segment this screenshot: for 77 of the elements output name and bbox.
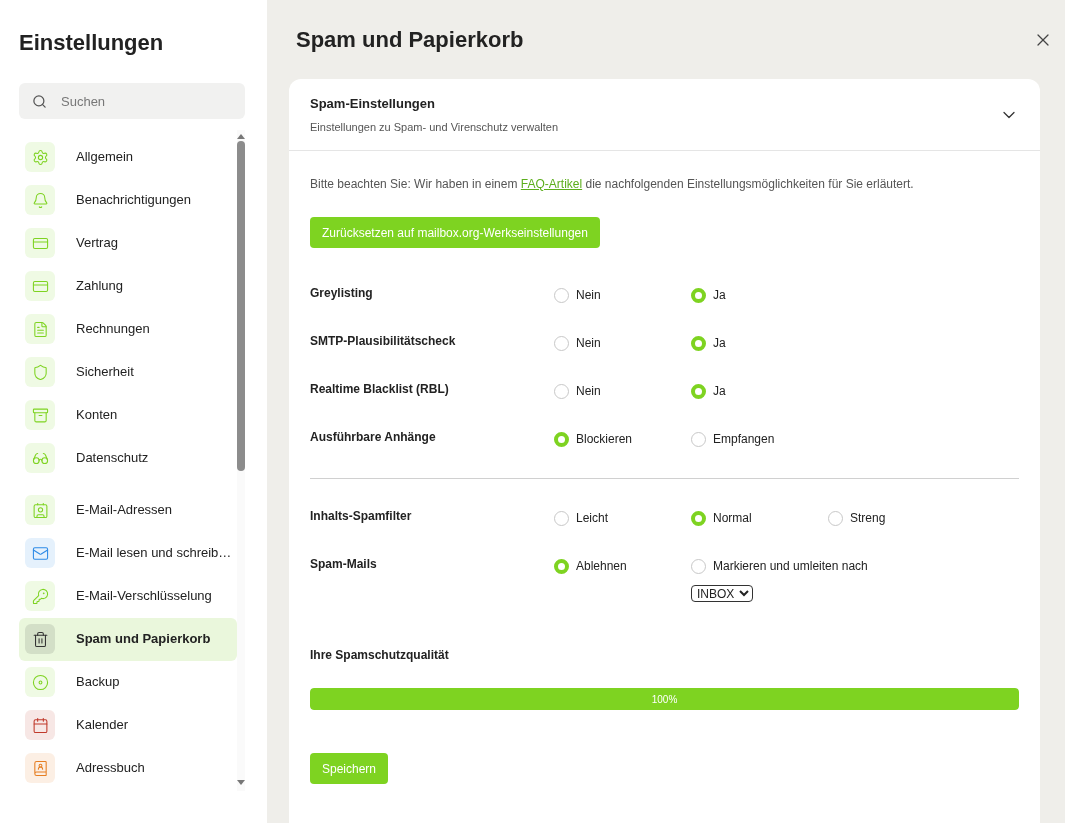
section-subtitle: Einstellungen zu Spam- und Virenschutz verwalten: [310, 120, 559, 135]
option-label: Normal: [713, 510, 752, 527]
sidebar-item-label: Datenschutz: [76, 449, 149, 468]
scroll-down-icon[interactable]: [237, 780, 246, 785]
sidebar-item[interactable]: Kalender: [19, 703, 238, 747]
radio-button[interactable]: [691, 510, 706, 526]
radio-button[interactable]: [554, 287, 569, 303]
sidebar-item-label: Spam und Papierkorb: [76, 630, 211, 649]
sidebar-item[interactable]: Allgemein: [19, 135, 238, 179]
sidebar-item-label: Sicherheit: [76, 363, 134, 382]
search-box[interactable]: Suchen: [19, 83, 245, 119]
sidebar-item[interactable]: Konten: [19, 393, 238, 437]
sidebar-item-label: Konten: [76, 406, 118, 425]
sidebar-item[interactable]: Adressbuch: [19, 746, 238, 790]
radio-button[interactable]: [554, 558, 569, 574]
setting-label: Spam-Mails: [310, 556, 378, 573]
sidebar-item-label: Rechnungen: [76, 320, 150, 339]
radio-button[interactable]: [691, 335, 706, 351]
radio-button[interactable]: [554, 335, 569, 351]
option-label: Empfangen: [713, 431, 775, 448]
search-field[interactable]: Suchen: [61, 83, 232, 119]
search-icon: [32, 93, 47, 109]
option-label: Nein: [576, 383, 601, 400]
sidebar-item-label: Vertrag: [76, 234, 118, 253]
setting-label: Greylisting: [310, 285, 374, 302]
sidebar-item-label: Kalender: [76, 716, 129, 735]
radio-button[interactable]: [691, 287, 706, 303]
radio-button[interactable]: [691, 558, 706, 574]
sidebar-item-label: Backup: [76, 673, 120, 692]
section-title: Spam-Einstellungen: [310, 94, 436, 113]
option-label: Ja: [713, 383, 726, 400]
sidebar-item[interactable]: Vertrag: [19, 221, 238, 265]
sidebar-item[interactable]: Zahlung: [19, 264, 238, 308]
page-title: Spam und Papierkorb: [296, 26, 524, 54]
scrollbar[interactable]: [237, 130, 246, 791]
option-label: Streng: [850, 510, 886, 527]
sidebar-item-label: E-Mail lesen und schreib…: [76, 544, 232, 563]
sidebar-item[interactable]: Rechnungen: [19, 307, 238, 351]
radio-button[interactable]: [554, 383, 569, 399]
notice-text: Bitte beachten Sie: Wir haben in einem FAQ-Artikel die nachfolgenden Einstellungsmöglichkeiten für Sie erläutert.: [310, 176, 915, 193]
sidebar-item[interactable]: E-Mail-Adressen: [19, 488, 238, 532]
option-label: Nein: [576, 335, 601, 352]
sidebar-item[interactable]: Sicherheit: [19, 350, 238, 394]
option-label: Ablehnen: [576, 558, 627, 575]
radio-button[interactable]: [554, 510, 569, 526]
sidebar-item[interactable]: Backup: [19, 660, 238, 704]
quality-label: Ihre Spamschutzqualität: [310, 647, 450, 664]
radio-button[interactable]: [691, 383, 706, 399]
folder-select[interactable]: INBOX: [691, 585, 753, 602]
sidebar-item-label: Benachrichtigungen: [76, 191, 191, 210]
setting-label: Inhalts-Spamfilter: [310, 508, 413, 525]
option-label: Ja: [713, 335, 726, 352]
sidebar-item[interactable]: E-Mail-Verschlüsselung: [19, 574, 238, 618]
radio-button[interactable]: [828, 510, 843, 526]
setting-label: Ausführbare Anhänge: [310, 429, 437, 446]
sidebar-item-label: E-Mail-Adressen: [76, 501, 173, 520]
option-label: Markieren und umleiten nach: [713, 558, 868, 575]
sidebar-item-label: E-Mail-Verschlüsselung: [76, 587, 212, 606]
progress-reading: 100%: [650, 692, 679, 707]
sidebar-item[interactable]: Spam und Papierkorb: [19, 617, 238, 661]
sidebar-item-label: Adressbuch: [76, 759, 145, 778]
sidebar-item[interactable]: Benachrichtigungen: [19, 178, 238, 222]
setting-label: Realtime Blacklist (RBL): [310, 381, 450, 398]
option-label: Blockieren: [576, 431, 633, 448]
radio-button[interactable]: [691, 431, 706, 447]
sidebar-item-label: Zahlung: [76, 277, 123, 296]
scroll-up-icon[interactable]: [237, 134, 246, 139]
section-header[interactable]: Spam-Einstellungen Einstellungen zu Spam- und Virenschutz verwalten: [289, 79, 1040, 151]
sidebar-title: Einstellungen: [19, 29, 165, 54]
option-label: Leicht: [576, 510, 609, 527]
sidebar-item[interactable]: Datenschutz: [19, 436, 238, 480]
sidebar-item[interactable]: E-Mail lesen und schreib…: [19, 531, 238, 575]
radio-button[interactable]: [554, 431, 569, 447]
option-label: Ja: [713, 287, 726, 304]
setting-label: SMTP-Plausibilitätscheck: [310, 333, 457, 350]
option-label: Nein: [576, 287, 601, 304]
sidebar-item-label: Allgemein: [76, 148, 134, 167]
